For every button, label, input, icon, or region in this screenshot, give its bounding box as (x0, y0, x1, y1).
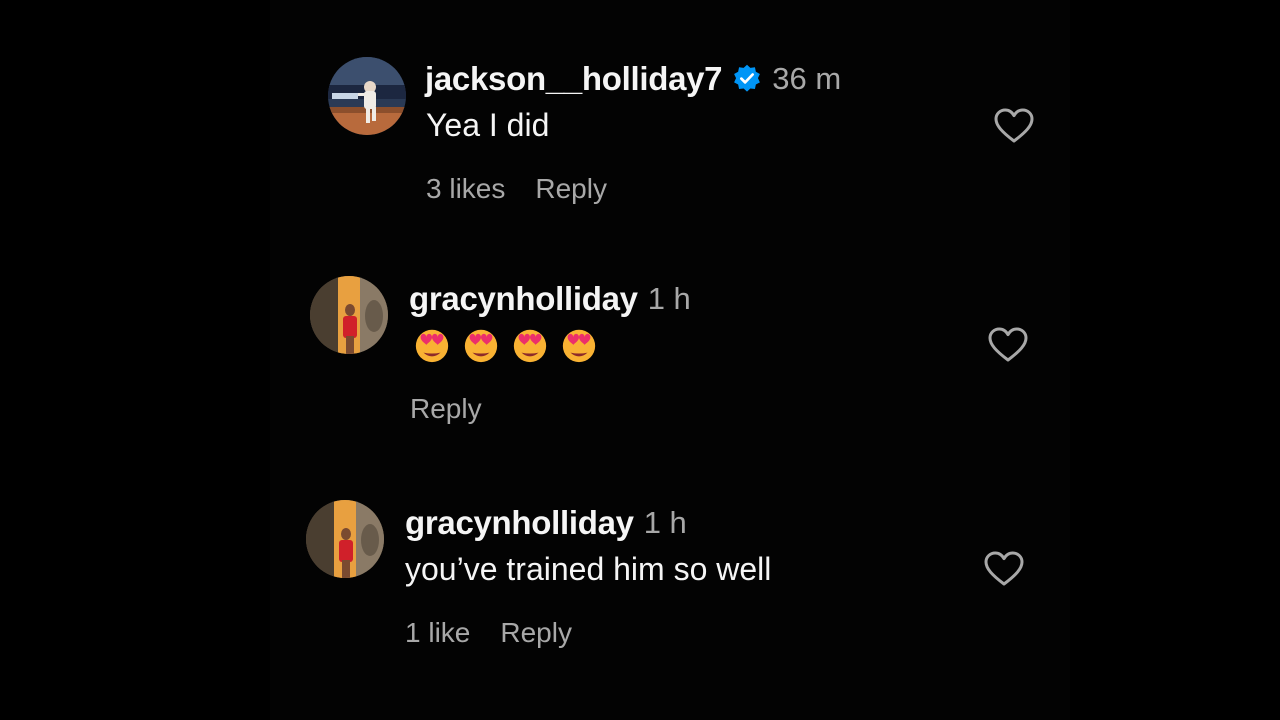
comment-actions: Reply (410, 393, 482, 425)
reply-button[interactable]: Reply (410, 393, 482, 425)
comment-time: 1 h (643, 505, 687, 540)
comment-header: gracynholliday 1 h (409, 280, 691, 318)
comments-screen: jackson__holliday7 36 m Yea I did 3 like… (0, 0, 1280, 720)
comment-text: Yea I did (426, 107, 550, 143)
heart-eyes-emoji-icon (415, 329, 449, 363)
heart-icon[interactable] (994, 108, 1034, 144)
comment-text: you’ve trained him so well (405, 551, 772, 587)
comment-emojis (413, 326, 598, 364)
comment-header: gracynholliday 1 h (405, 504, 687, 542)
heart-icon[interactable] (988, 327, 1028, 363)
comment-header: jackson__holliday7 36 m (425, 60, 841, 98)
heart-eyes-emoji-icon (464, 329, 498, 363)
avatar[interactable] (310, 276, 388, 354)
comment-time: 36 m (772, 61, 842, 96)
reply-button[interactable]: Reply (500, 617, 572, 649)
avatar[interactable] (306, 500, 384, 578)
avatar[interactable] (328, 57, 406, 135)
reply-button[interactable]: Reply (535, 173, 607, 205)
comment-actions: 1 like Reply (405, 617, 572, 649)
username[interactable]: jackson__holliday7 (425, 60, 723, 98)
username[interactable]: gracynholliday (409, 280, 638, 318)
heart-eyes-emoji-icon (562, 329, 596, 363)
username[interactable]: gracynholliday (405, 504, 634, 542)
likes-count[interactable]: 1 like (405, 617, 470, 649)
comment-actions: 3 likes Reply (426, 173, 607, 205)
likes-count[interactable]: 3 likes (426, 173, 505, 205)
heart-icon[interactable] (984, 551, 1024, 587)
heart-eyes-emoji-icon (513, 329, 547, 363)
comment-time: 1 h (647, 281, 691, 316)
verified-badge-icon (732, 64, 762, 94)
